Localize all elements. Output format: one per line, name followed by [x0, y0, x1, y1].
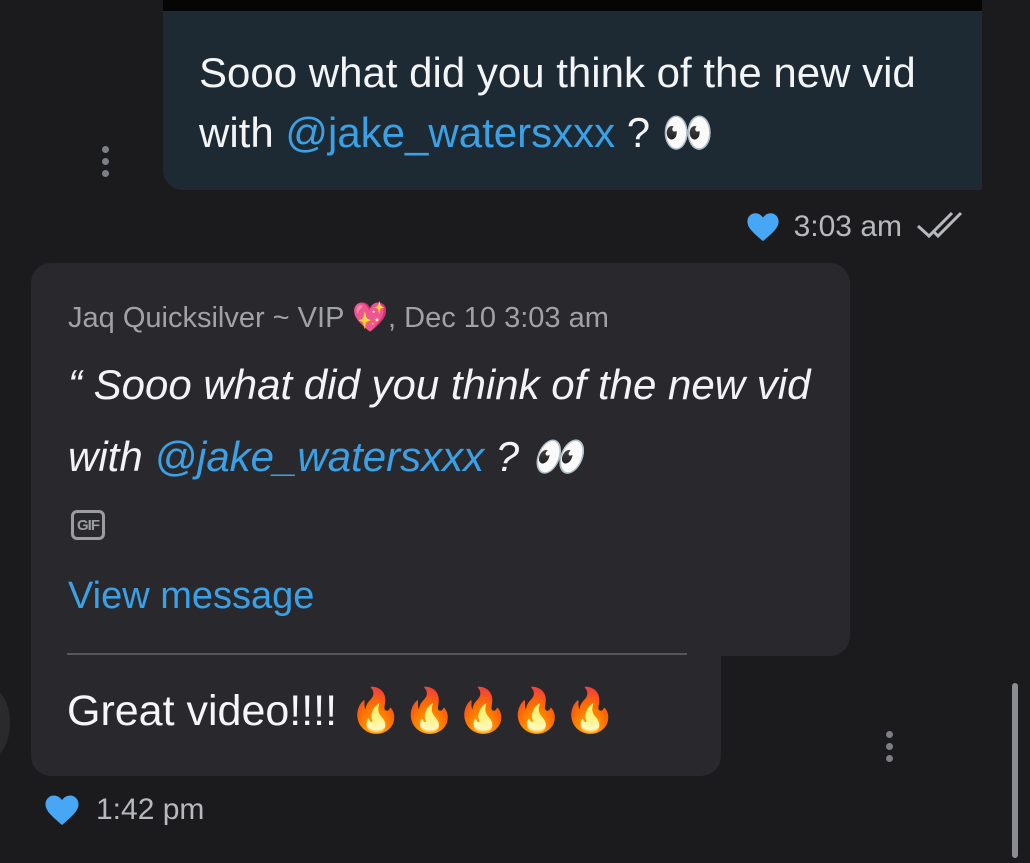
eyes-emoji: 👀 [661, 108, 715, 157]
view-message-link[interactable]: View message [68, 575, 314, 618]
sent-media-strip [163, 0, 982, 11]
quote-mention-link[interactable]: @jake_watersxxx [154, 433, 484, 480]
scrollbar[interactable] [1012, 683, 1018, 858]
eyes-emoji: 👀 [530, 432, 584, 481]
received-time: 1:42 pm [96, 793, 205, 826]
reply-text-part: Great video!!!! [67, 687, 350, 735]
divider [67, 653, 687, 655]
reply-message-text: Great video!!!! 🔥🔥🔥🔥🔥 [67, 686, 617, 736]
avatar-edge [0, 688, 10, 758]
sent-message-bubble[interactable]: Sooo what did you think of the new vid w… [163, 11, 982, 190]
received-message-bubble[interactable]: Jaq Quicksilver ~ VIP 💖, Dec 10 3:03 am … [31, 263, 850, 656]
received-message-meta: 1:42 pm [44, 788, 204, 832]
sent-message-menu-icon[interactable] [101, 146, 109, 177]
double-check-icon [916, 210, 972, 245]
mention-link[interactable]: @jake_watersxxx [285, 109, 615, 156]
gif-icon: GIF [71, 510, 105, 540]
sent-message-text: Sooo what did you think of the new vid w… [199, 43, 959, 163]
fire-emojis: 🔥🔥🔥🔥🔥 [349, 686, 617, 736]
sent-text-part: ? [615, 109, 662, 156]
heart-icon[interactable] [44, 793, 80, 827]
quoted-message: “ Sooo what did you think of the new vid… [68, 349, 828, 493]
sent-time: 3:03 am [793, 210, 902, 243]
quote-text-part: ? [484, 433, 531, 480]
sent-message-meta: 3:03 am [746, 205, 972, 249]
received-message-menu-icon[interactable] [885, 731, 893, 762]
quote-mark: “ [68, 361, 94, 408]
heart-icon[interactable] [746, 211, 780, 243]
reply-header: Jaq Quicksilver ~ VIP 💖, Dec 10 3:03 am [68, 302, 609, 334]
